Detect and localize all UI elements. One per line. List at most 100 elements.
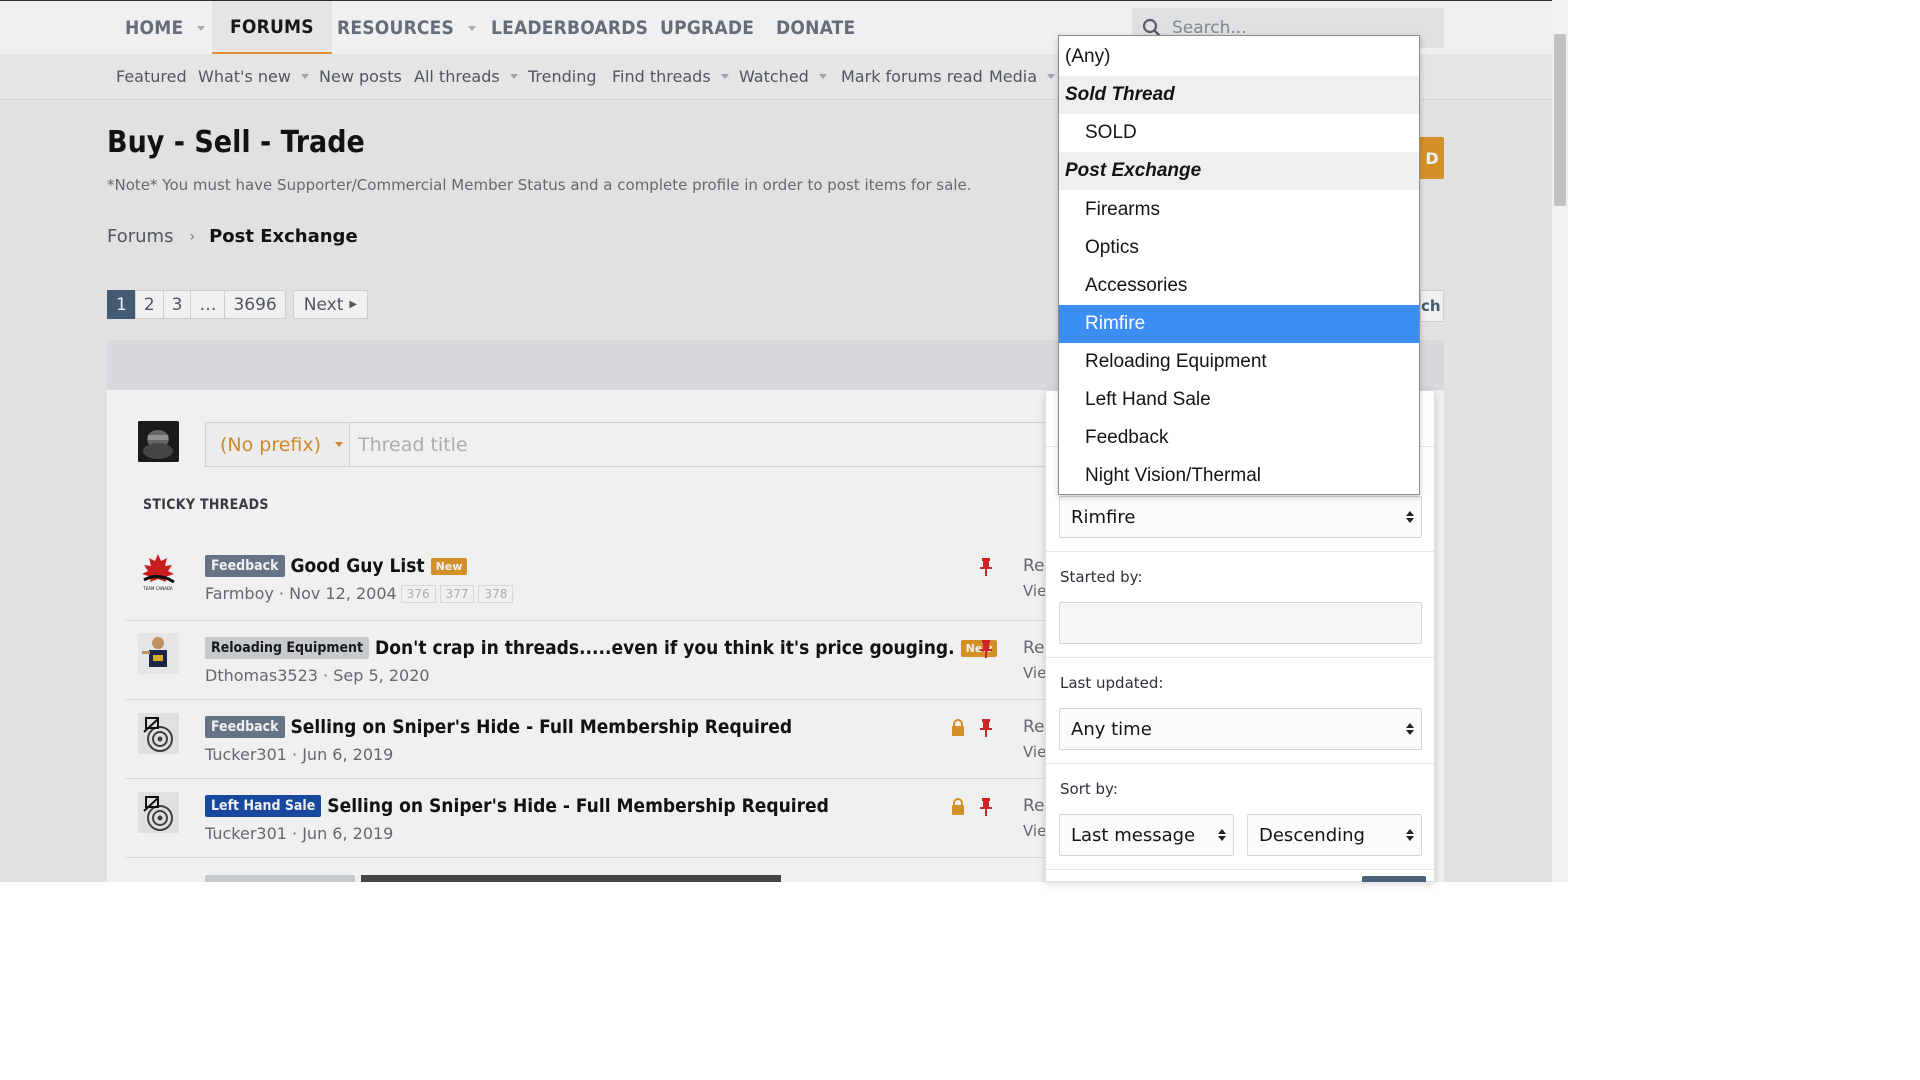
thread-date[interactable]: Jun 6, 2019: [302, 824, 393, 843]
thread-title[interactable]: Don't crap in threads.....even if you th…: [375, 637, 955, 659]
views-label: Vie: [1023, 664, 1047, 682]
thread-prefix-label[interactable]: Feedback: [205, 555, 285, 577]
select-arrows-icon: [1406, 511, 1414, 523]
tab-upgrade[interactable]: UPGRADE: [660, 1, 754, 55]
last-updated-value: Any time: [1071, 718, 1152, 740]
subnav-all-threads[interactable]: All threads: [414, 67, 518, 86]
page-jump-link[interactable]: 378: [478, 584, 514, 603]
tab-resources-label: RESOURCES: [337, 17, 455, 39]
thread-date[interactable]: Nov 12, 2004: [289, 584, 397, 603]
avatar[interactable]: [138, 421, 179, 462]
next-page-button[interactable]: Next ▶: [292, 290, 369, 319]
tab-upgrade-label: UPGRADE: [660, 17, 755, 39]
avatar-image: [138, 421, 179, 462]
chevron-down-icon[interactable]: [509, 74, 518, 79]
option-any[interactable]: (Any): [1059, 38, 1419, 76]
prefix-dropdown-list: (Any) Sold Thread SOLD Post Exchange Fir…: [1058, 35, 1420, 495]
option-reloading-equipment[interactable]: Reloading Equipment: [1059, 343, 1419, 381]
subnav-featured[interactable]: Featured: [116, 67, 187, 86]
page-link-2[interactable]: 2: [134, 290, 164, 319]
select-arrows-icon: [1406, 829, 1414, 841]
started-by-input[interactable]: [1059, 602, 1422, 644]
sort-order-select[interactable]: Descending: [1247, 814, 1422, 856]
tab-leaderboards[interactable]: LEADERBOARDS: [491, 1, 648, 55]
chevron-down-icon[interactable]: [720, 74, 729, 79]
tab-donate[interactable]: DONATE: [776, 1, 855, 55]
thread-title[interactable]: Selling on Sniper's Hide - Full Membersh…: [327, 795, 829, 817]
prefix-select[interactable]: (No prefix): [205, 422, 350, 467]
thread-row[interactable]: Reloading Equipment Don't crap in thread…: [125, 621, 1047, 700]
chevron-down-icon[interactable]: [468, 25, 477, 31]
thread-date[interactable]: Jun 6, 2019: [302, 745, 393, 764]
subnav-label: What's new: [198, 67, 291, 86]
svg-text:TEAM CANADA: TEAM CANADA: [142, 586, 173, 591]
thread-row[interactable]: Left Hand Sale Selling on Sniper's Hide …: [125, 779, 1047, 858]
thread-title[interactable]: [361, 875, 781, 882]
thread-prefix-label[interactable]: Reloading Equipment: [205, 637, 369, 659]
chevron-down-icon[interactable]: [300, 74, 309, 79]
thread-author[interactable]: Dthomas3523: [205, 666, 318, 685]
subnav-whats-new[interactable]: What's new: [198, 67, 309, 86]
subnav-new-posts[interactable]: New posts: [319, 67, 402, 86]
filters-button[interactable]: ch: [1420, 290, 1444, 322]
subnav-trending[interactable]: Trending: [528, 67, 597, 86]
avatar[interactable]: [138, 713, 179, 754]
optgroup-sold-thread: Sold Thread: [1059, 76, 1419, 114]
page-title: Buy - Sell - Trade: [107, 125, 365, 160]
subnav-watched[interactable]: Watched: [739, 67, 827, 86]
prefix-filter-select[interactable]: Rimfire: [1059, 496, 1422, 538]
option-optics[interactable]: Optics: [1059, 229, 1419, 267]
subnav-find-threads[interactable]: Find threads: [612, 67, 729, 86]
scrollbar[interactable]: [1552, 0, 1568, 882]
option-feedback[interactable]: Feedback: [1059, 419, 1419, 457]
subnav-mark-forums-read[interactable]: Mark forums read: [841, 67, 983, 86]
option-left-hand-sale[interactable]: Left Hand Sale: [1059, 381, 1419, 419]
page-jump-link[interactable]: 377: [439, 584, 475, 603]
started-by-label: Started by:: [1060, 568, 1143, 586]
filter-button[interactable]: [1362, 876, 1426, 882]
page-link-3[interactable]: 3: [162, 290, 192, 319]
option-rimfire[interactable]: Rimfire: [1059, 305, 1419, 343]
page-jump[interactable]: …: [190, 290, 226, 319]
option-night-vision-thermal[interactable]: Night Vision/Thermal: [1059, 457, 1419, 495]
option-sold[interactable]: SOLD: [1059, 114, 1419, 152]
sort-field-select[interactable]: Last message: [1059, 814, 1234, 856]
thread-title[interactable]: Good Guy List: [291, 555, 425, 577]
avatar[interactable]: [138, 792, 179, 833]
avatar[interactable]: [138, 633, 179, 674]
chevron-down-icon[interactable]: [1047, 74, 1056, 79]
avatar[interactable]: TEAM CANADA: [138, 550, 179, 591]
thread-author[interactable]: Farmboy: [205, 584, 274, 603]
last-updated-select[interactable]: Any time: [1059, 708, 1422, 750]
thread-title[interactable]: Selling on Sniper's Hide - Full Membersh…: [291, 716, 793, 738]
thread-row[interactable]: Feedback Selling on Sniper's Hide - Full…: [125, 700, 1047, 779]
chevron-down-icon[interactable]: [197, 25, 206, 31]
replies-label: Re: [1023, 556, 1045, 576]
thread-prefix-label[interactable]: Left Hand Sale: [205, 795, 322, 817]
meta-separator: ·: [317, 666, 334, 685]
thread-row[interactable]: [125, 858, 1047, 882]
thread-author[interactable]: Tucker301: [205, 745, 287, 764]
page-link-1[interactable]: 1: [107, 290, 136, 319]
thread-title-input[interactable]: Thread title: [349, 422, 1049, 467]
thread-date[interactable]: Sep 5, 2020: [333, 666, 429, 685]
page-jump-link[interactable]: 376: [400, 584, 436, 603]
breadcrumb-current[interactable]: Post Exchange: [209, 226, 358, 247]
tab-resources[interactable]: RESOURCES: [337, 1, 477, 55]
thread-prefix-label[interactable]: Feedback: [205, 716, 285, 738]
tab-forums[interactable]: FORUMS: [212, 1, 332, 55]
option-firearms[interactable]: Firearms: [1059, 191, 1419, 229]
scrollbar-thumb[interactable]: [1554, 34, 1566, 206]
tab-home-label: HOME: [125, 17, 184, 39]
option-accessories[interactable]: Accessories: [1059, 267, 1419, 305]
subnav-label: Featured: [116, 67, 187, 86]
thread-row[interactable]: TEAM CANADA Feedback Good Guy List New F…: [125, 540, 1047, 621]
tab-home[interactable]: HOME: [125, 1, 206, 55]
thread-author[interactable]: Tucker301: [205, 824, 287, 843]
thread-prefix-label[interactable]: [205, 875, 355, 882]
page-link-last[interactable]: 3696: [224, 290, 286, 319]
chevron-down-icon[interactable]: [818, 74, 827, 79]
subnav-media[interactable]: Media: [989, 67, 1056, 86]
breadcrumb-forums[interactable]: Forums: [107, 226, 173, 247]
post-thread-button[interactable]: D: [1420, 137, 1444, 179]
